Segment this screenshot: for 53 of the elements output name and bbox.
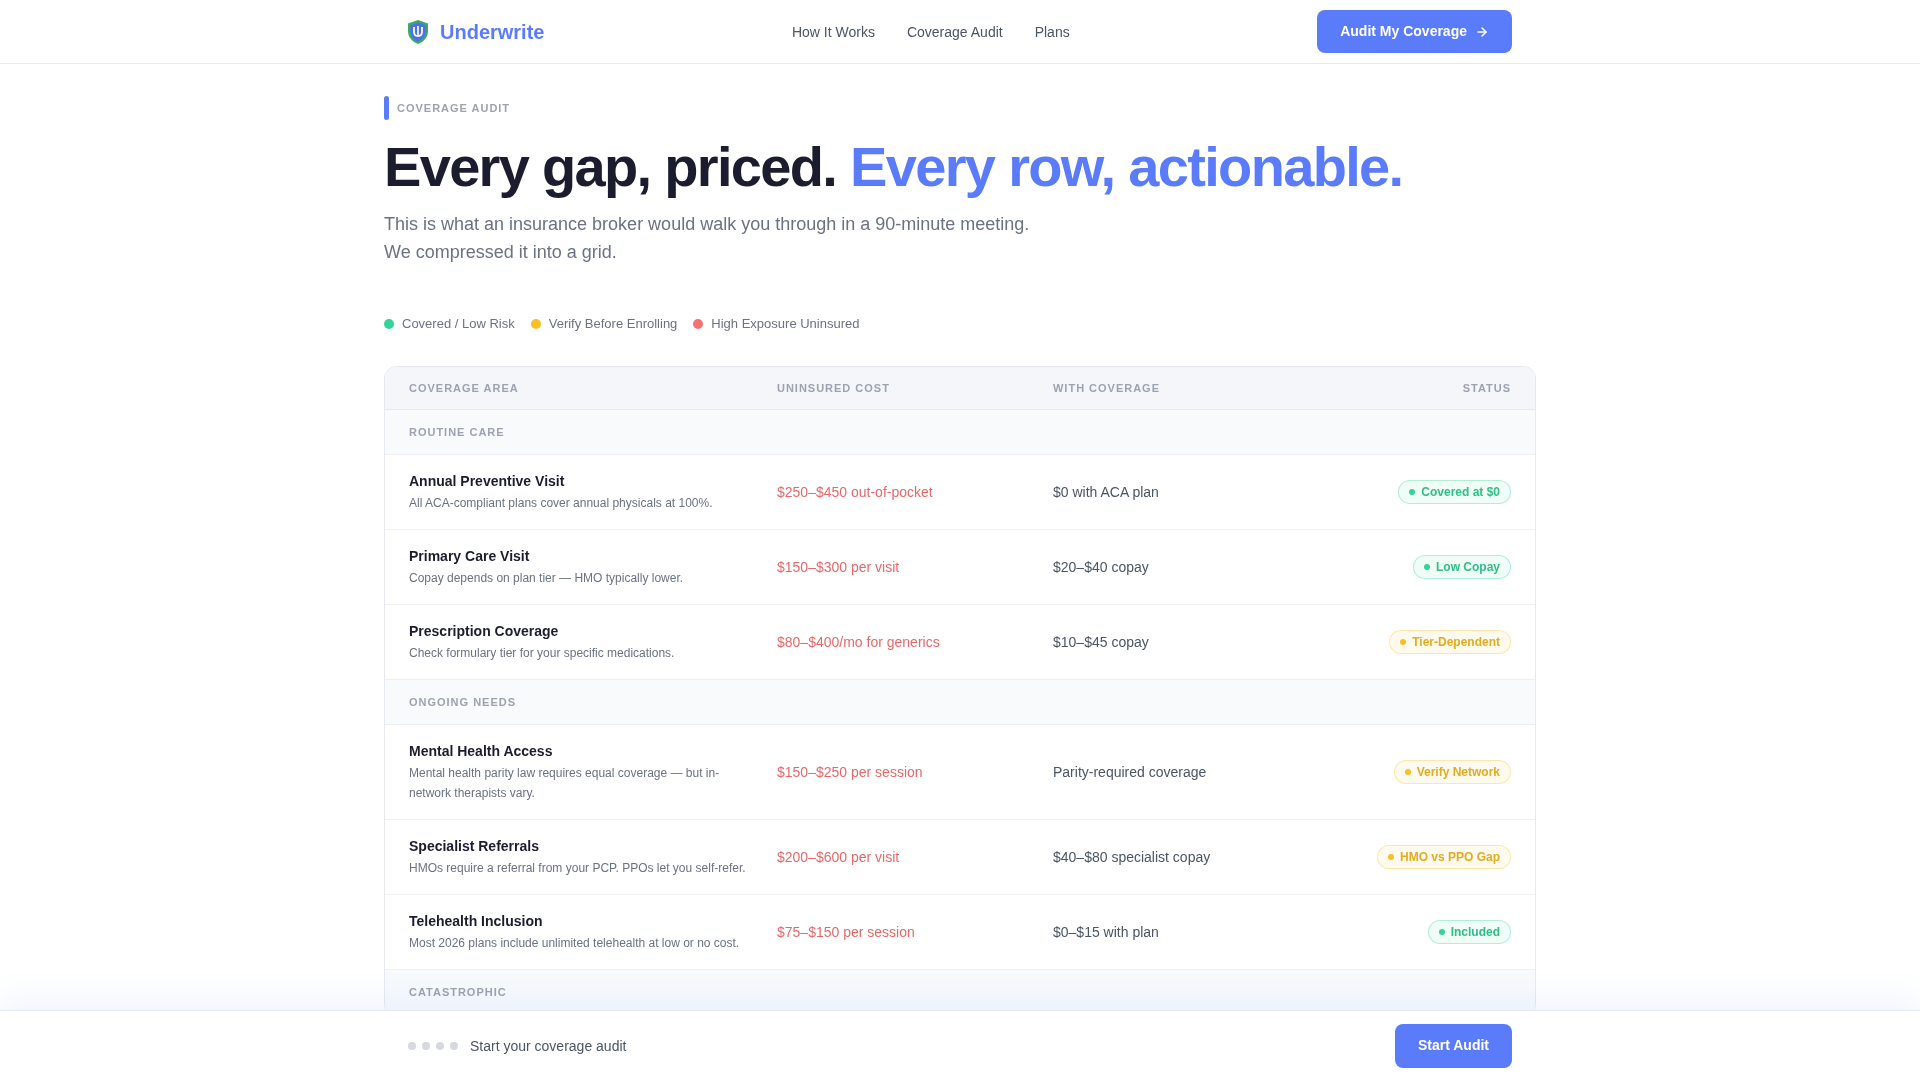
- row-description: All ACA-compliant plans cover annual physicals at 100%.: [409, 494, 714, 512]
- row-description: Check formulary tier for your specific medications.: [409, 644, 676, 662]
- column-header: UNINSURED COST: [777, 380, 891, 396]
- coverage-cost: $40–$80 specialist copay: [1053, 847, 1212, 867]
- section-title: ONGOING NEEDS: [409, 694, 516, 710]
- uninsured-cost: $200–$600 per visit: [777, 847, 901, 867]
- coverage-cost: $0 with ACA plan: [1053, 482, 1160, 502]
- coverage-cost: Parity-required coverage: [1053, 762, 1208, 782]
- coverage-cost: $20–$40 copay: [1053, 557, 1150, 577]
- shield-logo-icon: [408, 19, 428, 44]
- status-label: Low Copay: [1436, 558, 1500, 575]
- headline: Every gap, priced. Every row, actionable.: [384, 136, 1404, 198]
- uninsured-cost: $75–$150 per session: [777, 922, 916, 942]
- status-label: Covered at $0: [1421, 483, 1500, 500]
- audit-coverage-button[interactable]: Audit My Coverage: [1317, 10, 1512, 53]
- row-title: Annual Preventive Visit: [409, 471, 566, 491]
- column-header: COVERAGE AREA: [409, 380, 520, 396]
- row-description: Copay depends on plan tier — HMO typically lower.: [409, 569, 685, 587]
- row-title: Telehealth Inclusion: [409, 911, 544, 931]
- legend-label: Covered / Low Risk: [402, 314, 515, 333]
- row-title: Specialist Referrals: [409, 836, 540, 856]
- subtitle: This is what an insurance broker would walk you through in a 90-minute meeting. We compressed it into a grid.: [384, 212, 1031, 264]
- column-header: WITH COVERAGE: [1053, 380, 1161, 396]
- row-description: HMOs require a referral from your PCP. PPOs let you self-refer.: [409, 859, 747, 877]
- start-audit-button[interactable]: Start Audit: [1394, 1023, 1512, 1068]
- uninsured-cost: $150–$250 per session: [777, 762, 924, 782]
- column-header: STATUS: [1462, 380, 1511, 396]
- legend-label: High Exposure Uninsured: [711, 314, 860, 333]
- row-title: Mental Health Access: [409, 741, 554, 761]
- nav-link[interactable]: Coverage Audit: [906, 21, 1003, 42]
- nav-link[interactable]: Plans: [1034, 21, 1070, 42]
- uninsured-cost: $80–$400/mo for generics: [777, 632, 941, 652]
- nav-link[interactable]: How It Works: [791, 21, 875, 42]
- legend-label: Verify Before Enrolling: [548, 314, 678, 333]
- row-title: Primary Care Visit: [409, 546, 531, 566]
- coverage-cost: $10–$45 copay: [1053, 632, 1150, 652]
- uninsured-cost: $150–$300 per visit: [777, 557, 901, 577]
- status-label: Tier-Dependent: [1412, 633, 1500, 650]
- status-label: HMO vs PPO Gap: [1399, 848, 1500, 865]
- brand-name[interactable]: Underwrite: [440, 17, 545, 46]
- row-title: Prescription Coverage: [409, 621, 560, 641]
- row-description: Most 2026 plans include unlimited telehealth at low or no cost.: [409, 934, 741, 952]
- section-title: ROUTINE CARE: [409, 424, 505, 440]
- status-label: Included: [1450, 923, 1500, 940]
- accent-bar-icon: [384, 96, 389, 120]
- four-dots-icon: [408, 1041, 458, 1050]
- uninsured-cost: $250–$450 out-of-pocket: [777, 482, 934, 502]
- section-title: CATASTROPHIC: [409, 984, 507, 1000]
- audit-prompt: Start your coverage audit: [470, 1036, 627, 1056]
- status-label: Verify Network: [1416, 763, 1500, 780]
- eyebrow-label: COVERAGE AUDIT: [397, 100, 511, 116]
- coverage-cost: $0–$15 with plan: [1053, 922, 1160, 942]
- row-description: Mental health parity law requires equal coverage — but in-network therapists vary.: [409, 764, 721, 802]
